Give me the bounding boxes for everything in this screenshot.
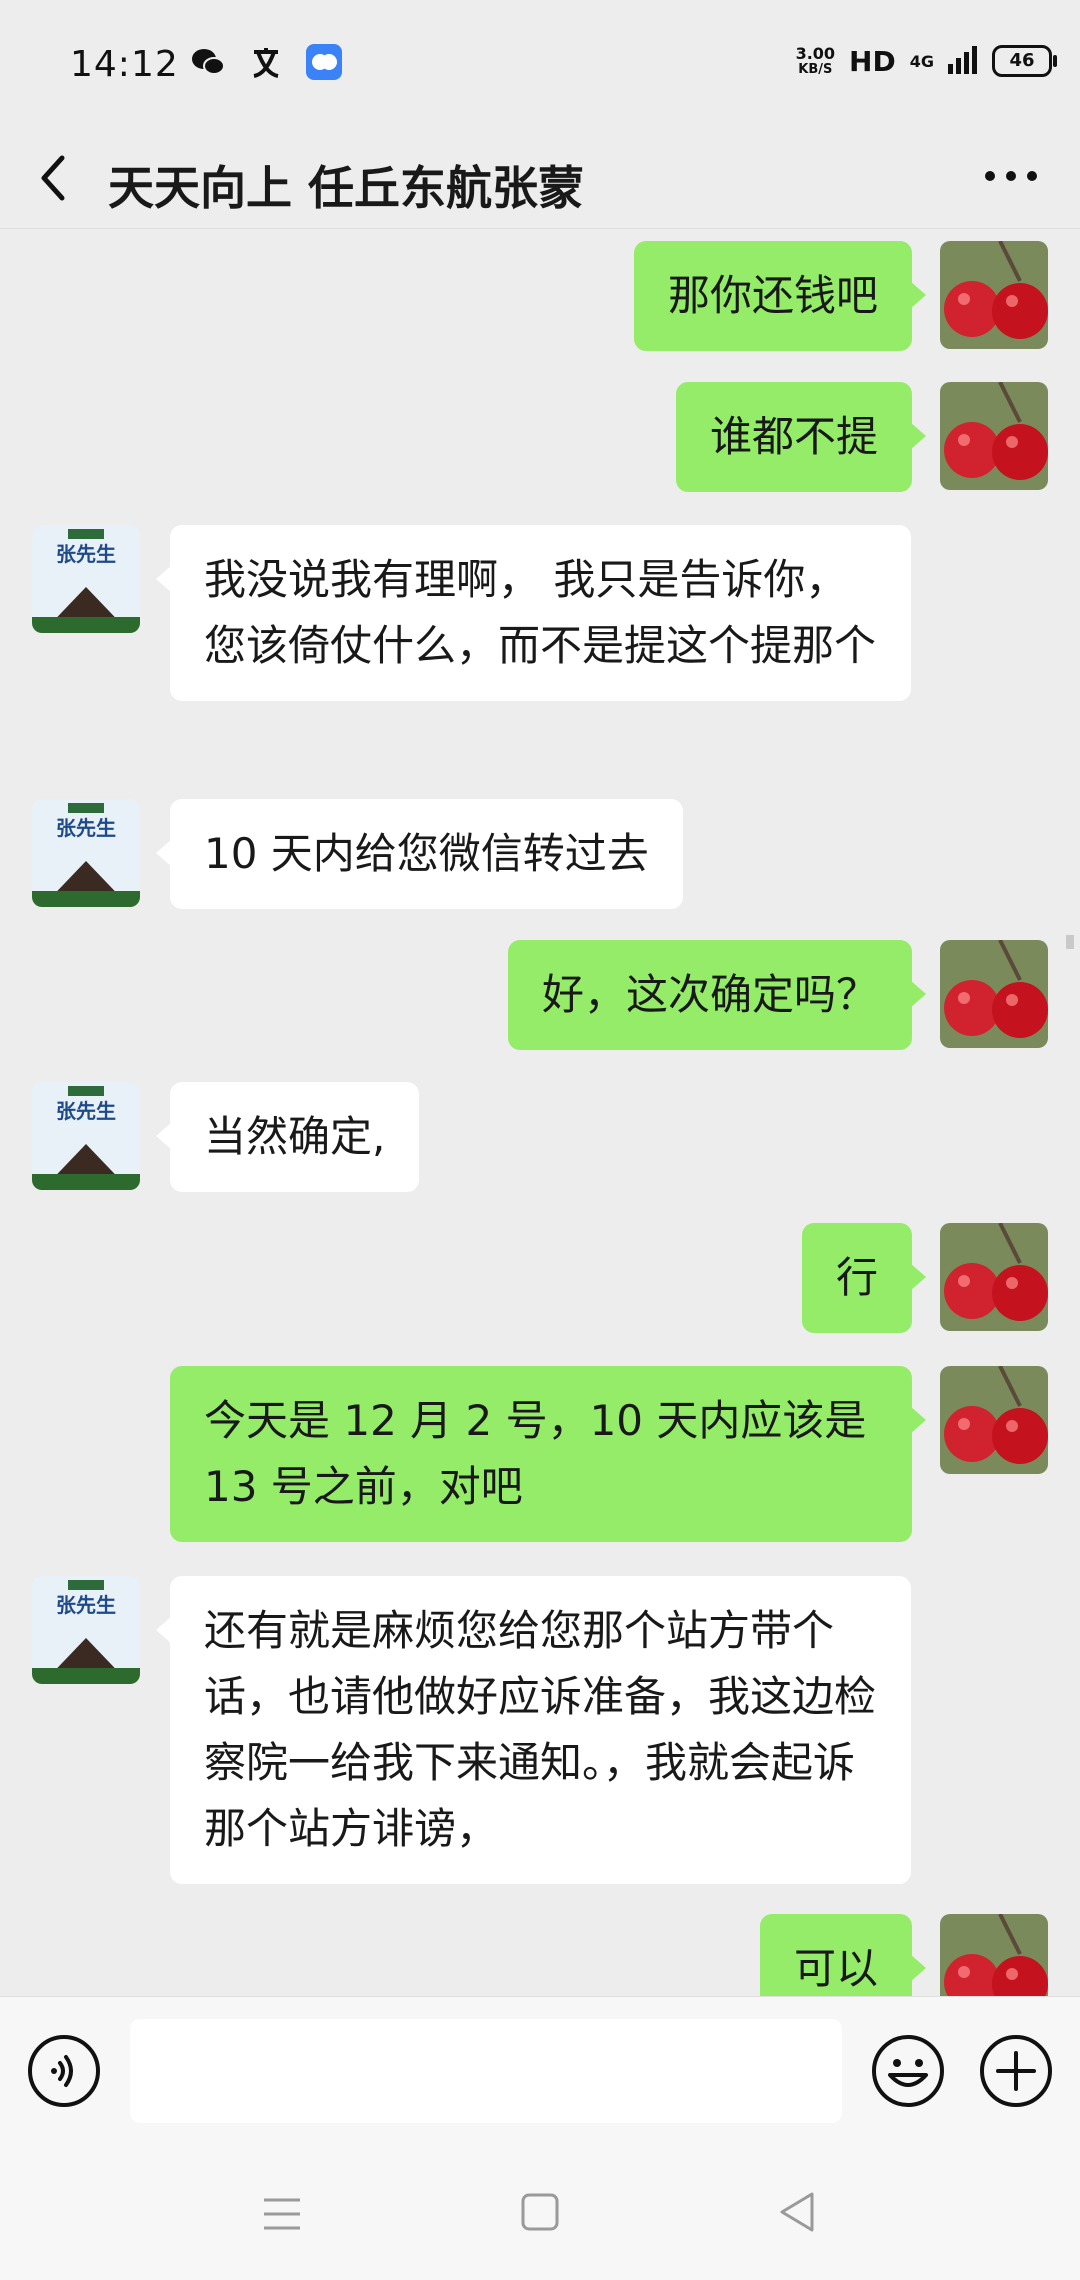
contact-avatar-name: 张先生 bbox=[56, 1593, 116, 1617]
message-bubble-received[interactable]: 还有就是麻烦您给您那个站方带个话，也请他做好应诉准备，我这边检察院一给我下来通知… bbox=[156, 1576, 911, 1884]
emoji-button[interactable] bbox=[870, 2033, 946, 2109]
system-nav-bar bbox=[0, 2146, 1080, 2280]
apple-avatar-icon bbox=[940, 241, 1048, 349]
message-bubble-sent[interactable]: 谁都不提 bbox=[675, 382, 927, 492]
chat-title: 天天向上 任丘东航张蒙 bbox=[108, 161, 585, 215]
nav-back-button[interactable] bbox=[774, 2188, 822, 2236]
apple-avatar-icon bbox=[940, 1914, 1048, 1996]
contact-avatar[interactable]: 张先生 bbox=[32, 1082, 140, 1190]
apple-avatar-icon bbox=[940, 382, 1048, 490]
network-speed: 3.00 KB/S bbox=[796, 45, 835, 77]
chevron-left-icon bbox=[41, 155, 65, 201]
apple-avatar-icon bbox=[940, 1366, 1048, 1474]
my-avatar[interactable] bbox=[940, 1366, 1048, 1474]
contact-avatar[interactable]: 张先生 bbox=[32, 1576, 140, 1684]
chat-header: 天天向上 任丘东航张蒙 bbox=[0, 128, 1080, 229]
my-avatar[interactable] bbox=[940, 1223, 1048, 1331]
contact-avatar-name: 张先生 bbox=[56, 1099, 116, 1123]
contact-avatar-image: 张先生 bbox=[32, 525, 140, 633]
notification-icons bbox=[190, 44, 342, 80]
message-bubble-sent[interactable]: 今天是 12 月 2 号，10 天内应该是 13 号之前，对吧 bbox=[170, 1366, 926, 1542]
apple-avatar-icon bbox=[940, 1223, 1048, 1331]
plus-icon bbox=[980, 2035, 1052, 2107]
network-speed-value: 3.00 bbox=[795, 44, 836, 63]
message-bubble-sent[interactable]: 行 bbox=[801, 1223, 927, 1333]
nav-menu-button[interactable] bbox=[258, 2192, 306, 2236]
my-avatar[interactable] bbox=[940, 1914, 1048, 1996]
smiley-icon bbox=[872, 2035, 944, 2107]
message-list[interactable]: 那你还钱吧 谁都不提 张先生 我没说我有理啊， 我只是告诉你，您该倚仗什么，而不… bbox=[0, 229, 1080, 1996]
contact-avatar[interactable]: 张先生 bbox=[32, 525, 140, 633]
contact-avatar-name: 张先生 bbox=[56, 816, 116, 840]
battery-icon: 46 bbox=[992, 45, 1057, 77]
more-functions-button[interactable] bbox=[978, 2033, 1054, 2109]
message-bubble-sent[interactable]: 那你还钱吧 bbox=[633, 241, 927, 351]
message-bubble-received[interactable]: 我没说我有理啊， 我只是告诉你，您该倚仗什么，而不是提这个提那个 bbox=[156, 525, 911, 701]
home-square-icon bbox=[521, 2193, 559, 2231]
contact-avatar-image: 张先生 bbox=[32, 799, 140, 907]
signal-icon bbox=[948, 44, 978, 78]
scroll-indicator[interactable] bbox=[1066, 935, 1074, 949]
message-bubble-received[interactable]: 当然确定, bbox=[155, 1082, 420, 1192]
nav-home-button[interactable] bbox=[518, 2190, 562, 2234]
back-button[interactable] bbox=[30, 152, 78, 204]
message-bubble-sent[interactable]: 可以 bbox=[759, 1914, 927, 1996]
voice-input-button[interactable] bbox=[26, 2033, 102, 2109]
contact-avatar-image: 张先生 bbox=[32, 1576, 140, 1684]
system-status-icons: 3.00 KB/S HD 4G 46 bbox=[796, 44, 1057, 78]
my-avatar[interactable] bbox=[940, 241, 1048, 349]
voice-icon bbox=[28, 2035, 100, 2107]
app-notification-icon bbox=[306, 44, 342, 80]
status-bar: 14:12 3.00 KB/S HD 4G 46 bbox=[0, 0, 1080, 128]
my-avatar[interactable] bbox=[940, 940, 1048, 1048]
network-type: 4G bbox=[909, 51, 934, 71]
message-bubble-received[interactable]: 10 天内给您微信转过去 bbox=[156, 799, 683, 909]
menu-icon bbox=[264, 2198, 300, 2230]
my-avatar[interactable] bbox=[940, 382, 1048, 490]
input-bar bbox=[0, 1996, 1080, 2147]
apple-avatar-icon bbox=[940, 940, 1048, 1048]
more-options-button[interactable] bbox=[980, 156, 1042, 196]
contact-avatar[interactable]: 张先生 bbox=[32, 799, 140, 907]
message-bubble-sent[interactable]: 好，这次确定吗？ bbox=[507, 940, 927, 1050]
status-time: 14:12 bbox=[70, 44, 179, 85]
network-speed-unit: KB/S bbox=[798, 62, 833, 77]
contact-avatar-name: 张先生 bbox=[56, 542, 116, 566]
wechat-icon bbox=[190, 44, 226, 80]
back-triangle-icon bbox=[780, 2192, 814, 2232]
contact-avatar-image: 张先生 bbox=[32, 1082, 140, 1190]
message-input[interactable] bbox=[130, 2019, 842, 2123]
translate-icon bbox=[248, 44, 284, 80]
hd-indicator: HD bbox=[849, 44, 896, 78]
more-dots-icon bbox=[985, 171, 1037, 181]
